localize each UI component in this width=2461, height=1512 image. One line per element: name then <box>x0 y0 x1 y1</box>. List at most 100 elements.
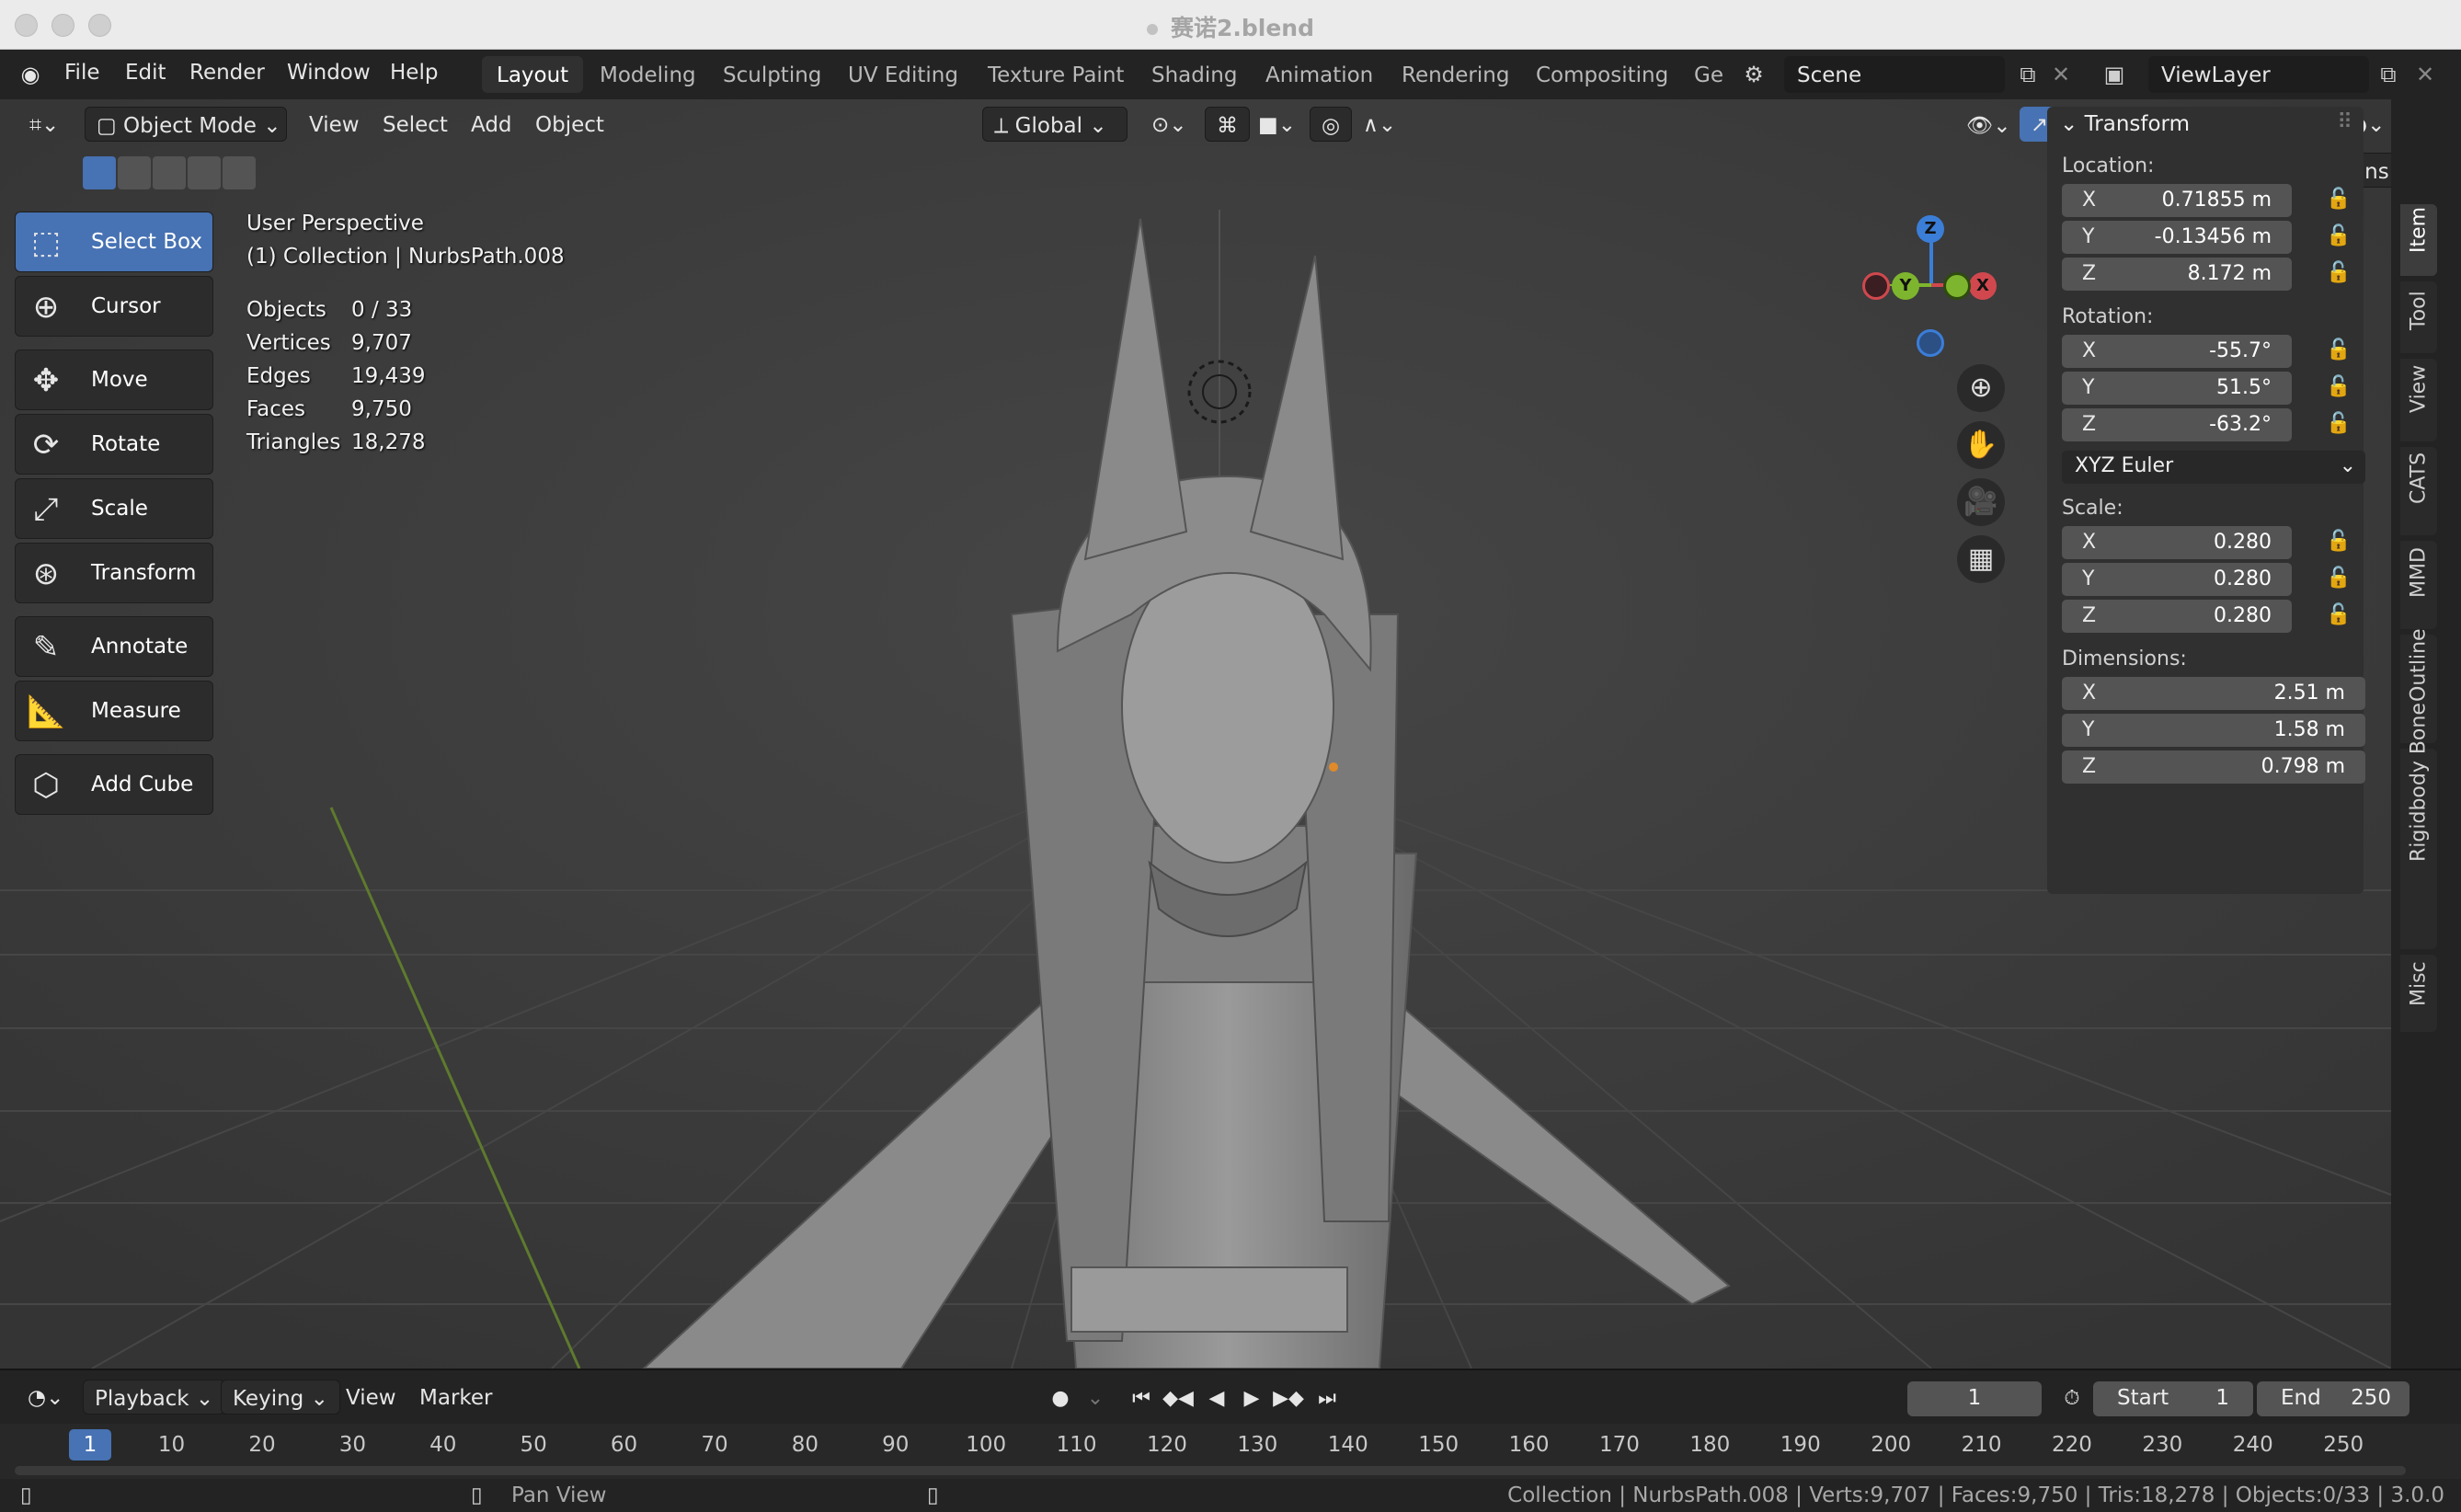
scale-z-field[interactable]: Z 0.280 <box>2062 600 2292 633</box>
timeline-menu-view[interactable]: View <box>335 1380 407 1415</box>
timeline-scrollbar[interactable] <box>15 1466 2406 1475</box>
snap-toggle-icon[interactable]: ⌘ <box>1205 107 1250 142</box>
preview-range-icon[interactable]: ⏱ <box>2056 1383 2088 1415</box>
jump-start-icon[interactable]: ⏮ <box>1126 1383 1157 1415</box>
viewport-menu-add[interactable]: Add <box>460 107 523 142</box>
menu-file[interactable]: File <box>64 61 100 85</box>
menu-edit[interactable]: Edit <box>125 61 166 85</box>
object-mode-dropdown[interactable]: ▢ Object Mode ⌄ <box>85 107 287 142</box>
lock-icon[interactable]: 🔓 <box>2325 375 2352 403</box>
scale-y-field[interactable]: Y 0.280 <box>2062 563 2292 596</box>
current-frame-field[interactable]: 1 <box>1907 1381 2042 1416</box>
select-set-icon[interactable] <box>83 156 116 189</box>
visibility-icon[interactable]: 👁⌄ <box>1955 107 2021 142</box>
lock-icon[interactable]: 🔓 <box>2325 412 2352 440</box>
tab-cats[interactable]: CATS <box>2400 447 2437 535</box>
location-z-field[interactable]: Z 8.172 m <box>2062 258 2292 291</box>
dimensions-x-field[interactable]: X 2.51 m <box>2062 677 2365 710</box>
keying-menu[interactable]: Keying ⌄ <box>221 1380 340 1415</box>
scale-x-field[interactable]: X 0.280 <box>2062 526 2292 559</box>
location-y-field[interactable]: Y -0.13456 m <box>2062 221 2292 254</box>
3d-viewport[interactable]: ⌗⌄ ▢ Object Mode ⌄ View Select Add Objec… <box>0 99 2395 1369</box>
drag-handle-icon[interactable]: ⠿ <box>2337 110 2352 134</box>
gizmo-neg-z-axis[interactable] <box>1917 329 1944 357</box>
camera-view-icon[interactable]: 🎥 <box>1957 478 2005 526</box>
pivot-point-icon[interactable]: ⊙⌄ <box>1140 107 1198 142</box>
viewport-menu-object[interactable]: Object <box>524 107 615 142</box>
tool-annotate[interactable]: ✎ Annotate <box>15 616 213 677</box>
end-frame-field[interactable]: End 250 <box>2257 1381 2409 1416</box>
timeline-editor-type-icon[interactable]: ◔⌄ <box>17 1380 74 1415</box>
tool-cursor[interactable]: ⊕ Cursor <box>15 276 213 337</box>
tool-rotate[interactable]: ⟳ Rotate <box>15 414 213 475</box>
falloff-icon[interactable]: ∧⌄ <box>1352 107 1407 142</box>
viewport-menu-select[interactable]: Select <box>372 107 459 142</box>
viewlayer-name-field[interactable]: ViewLayer <box>2148 56 2369 93</box>
select-invert-icon[interactable] <box>188 156 221 189</box>
dimensions-z-field[interactable]: Z 0.798 m <box>2062 750 2365 784</box>
tab-tool[interactable]: Tool <box>2400 281 2437 353</box>
tool-move[interactable]: ✥ Move <box>15 349 213 410</box>
lock-icon[interactable]: 🔓 <box>2325 603 2352 631</box>
viewlayer-browse-icon[interactable]: ▣ <box>2099 59 2130 90</box>
jump-end-icon[interactable]: ⏭ <box>1311 1383 1343 1415</box>
play-reverse-icon[interactable]: ◀ <box>1201 1383 1232 1415</box>
playhead-frame[interactable]: 1 <box>69 1429 111 1460</box>
blender-logo-icon[interactable]: ◉ <box>15 59 46 90</box>
dimensions-y-field[interactable]: Y 1.58 m <box>2062 714 2365 747</box>
tool-measure[interactable]: 📐 Measure <box>15 681 213 741</box>
gizmo-x-axis[interactable]: X <box>1969 272 1997 300</box>
lock-icon[interactable]: 🔓 <box>2325 224 2352 252</box>
rotation-mode-dropdown[interactable]: XYZ Euler ⌄ <box>2062 451 2365 484</box>
tab-rendering[interactable]: Rendering <box>1387 56 1524 93</box>
scene-name-field[interactable]: Scene <box>1784 56 2005 93</box>
new-viewlayer-icon[interactable]: ⧉ <box>2373 59 2404 90</box>
editor-type-icon[interactable]: ⌗⌄ <box>18 107 74 142</box>
tab-geometry-nodes[interactable]: Ge <box>1679 56 1729 93</box>
gizmo-y-axis[interactable]: Y <box>1892 272 1919 300</box>
tab-mmd[interactable]: MMD <box>2400 541 2437 629</box>
tab-compositing[interactable]: Compositing <box>1521 56 1683 93</box>
delete-viewlayer-icon[interactable]: ✕ <box>2409 59 2441 90</box>
timeline-ruler[interactable]: 1 10 20 30 40 50 60 70 80 90 100 110 120 130 140 150 16… <box>0 1424 2461 1479</box>
menu-help[interactable]: Help <box>390 61 438 85</box>
tab-layout[interactable]: Layout <box>482 56 584 93</box>
scene-browse-icon[interactable]: ⚙ <box>1738 59 1769 90</box>
transform-orientation-dropdown[interactable]: ⟂ Global ⌄ <box>982 107 1127 142</box>
rotation-y-field[interactable]: Y 51.5° <box>2062 372 2292 405</box>
lock-icon[interactable]: 🔓 <box>2325 530 2352 557</box>
lock-icon[interactable]: 🔓 <box>2325 261 2352 289</box>
lock-icon[interactable]: 🔓 <box>2325 567 2352 594</box>
new-scene-icon[interactable]: ⧉ <box>2012 59 2043 90</box>
timeline-menu-marker[interactable]: Marker <box>408 1380 504 1415</box>
tab-view[interactable]: View <box>2400 359 2437 441</box>
gizmo-z-axis[interactable]: Z <box>1917 215 1944 243</box>
select-intersect-icon[interactable] <box>223 156 256 189</box>
tab-uv-editing[interactable]: UV Editing <box>833 56 973 93</box>
rotation-z-field[interactable]: Z -63.2° <box>2062 408 2292 441</box>
menu-window[interactable]: Window <box>287 61 371 85</box>
viewport-menu-view[interactable]: View <box>298 107 371 142</box>
perspective-grid-icon[interactable]: ▦ <box>1957 535 2005 583</box>
select-extend-icon[interactable] <box>118 156 151 189</box>
gizmo-neg-y-axis[interactable] <box>1943 272 1971 300</box>
tab-rigidbody-bone[interactable]: Rigidbody Bone <box>2400 703 2437 949</box>
pan-hand-icon[interactable]: ✋ <box>1957 421 2005 469</box>
tab-shading[interactable]: Shading <box>1137 56 1252 93</box>
play-icon[interactable]: ▶ <box>1236 1383 1267 1415</box>
tab-sculpting[interactable]: Sculpting <box>708 56 836 93</box>
tab-animation[interactable]: Animation <box>1251 56 1388 93</box>
tool-select-box[interactable]: ⬚ Select Box <box>15 212 213 272</box>
start-frame-field[interactable]: Start 1 <box>2093 1381 2253 1416</box>
record-icon[interactable]: ● <box>1045 1383 1076 1415</box>
lock-icon[interactable]: 🔓 <box>2325 188 2352 215</box>
snap-target-icon[interactable]: ■⌄ <box>1247 107 1307 142</box>
zoom-icon[interactable]: ⊕ <box>1957 364 2005 412</box>
proportional-edit-icon[interactable]: ◎ <box>1310 107 1353 142</box>
select-subtract-icon[interactable] <box>153 156 186 189</box>
prev-keyframe-icon[interactable]: ◆◀ <box>1162 1383 1194 1415</box>
tab-misc[interactable]: Misc <box>2400 955 2437 1032</box>
gizmo-neg-x-axis[interactable] <box>1862 272 1890 300</box>
tool-transform[interactable]: ⊛ Transform <box>15 543 213 603</box>
delete-scene-icon[interactable]: ✕ <box>2045 59 2077 90</box>
